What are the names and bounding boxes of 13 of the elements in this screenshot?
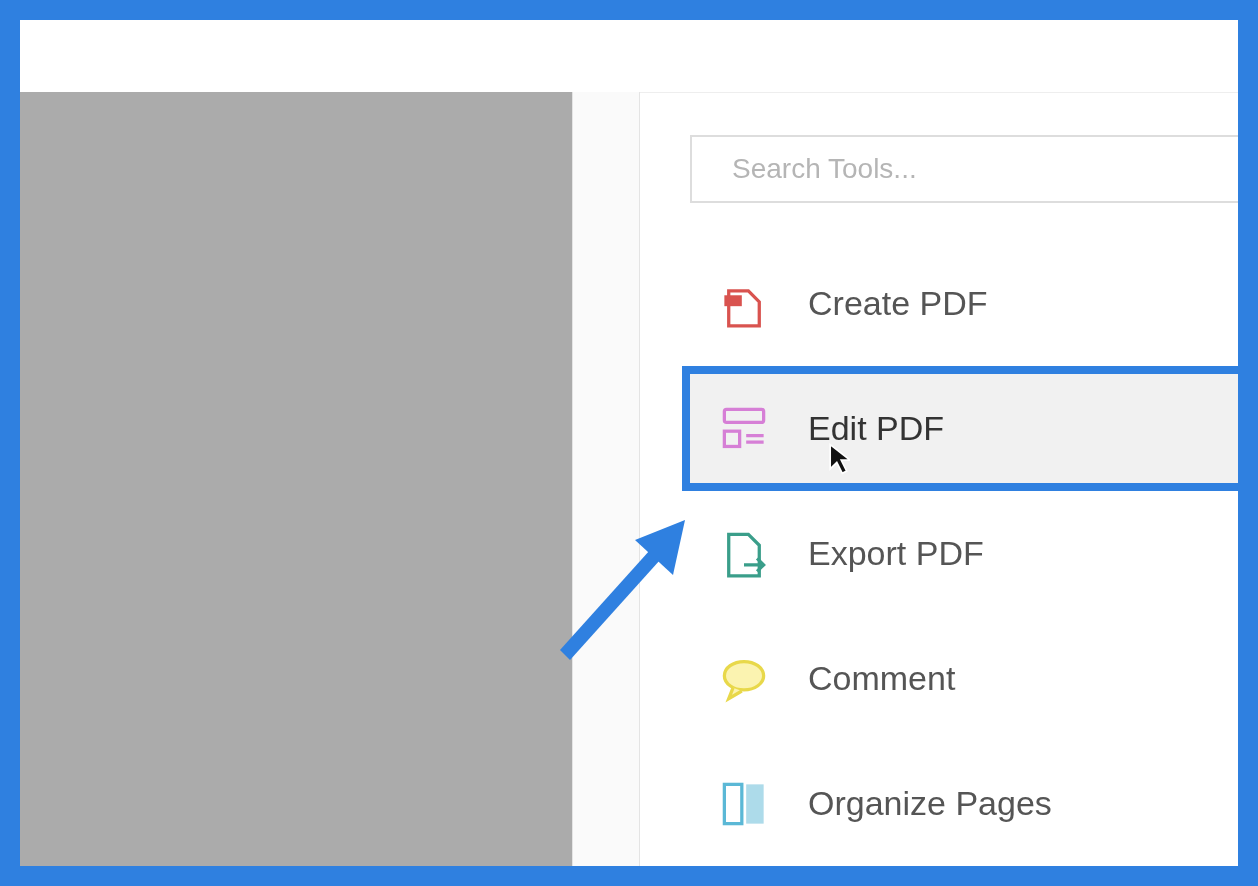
tool-item[interactable]: Comment <box>682 616 1238 741</box>
tool-label: Export PDF <box>808 534 984 573</box>
tool-item[interactable]: Edit PDF <box>682 366 1238 491</box>
tool-label: Create PDF <box>808 284 988 323</box>
search-field[interactable]: Search Tools... <box>690 135 1238 203</box>
tool-label: Organize Pages <box>808 784 1052 823</box>
panel-splitter[interactable] <box>572 92 640 866</box>
tool-label: Edit PDF <box>808 409 945 448</box>
tool-item[interactable]: Create PDF <box>682 241 1238 366</box>
tool-label: Comment <box>808 659 956 698</box>
tool-item[interactable]: Organize Pages <box>682 741 1238 866</box>
tool-item[interactable]: Export PDF <box>682 491 1238 616</box>
cursor-icon <box>828 442 850 476</box>
